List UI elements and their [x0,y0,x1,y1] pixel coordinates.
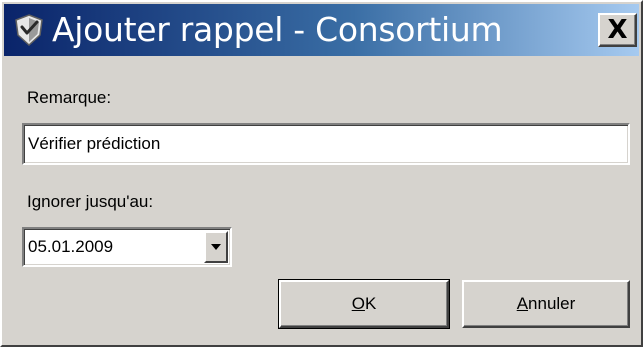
add-reminder-dialog: Ajouter rappel - Consortium X Remarque: … [0,0,643,347]
ok-mnemonic: O [351,294,365,313]
remark-field[interactable] [22,123,630,165]
ignore-until-value[interactable]: 05.01.2009 [28,229,200,265]
ignore-until-combobox[interactable]: 05.01.2009 [22,227,232,267]
cancel-mnemonic: A [516,294,529,313]
cancel-label: nnuler [528,294,576,313]
ignore-until-label: Ignorer jusqu'au: [27,192,154,211]
ok-label: K [364,294,377,313]
close-button[interactable]: X [598,13,637,47]
window-title: Ajouter rappel - Consortium [52,10,503,49]
ignore-until-dropdown-button[interactable] [204,231,228,263]
cancel-button[interactable]: Annuler [462,280,630,328]
close-icon: X [607,15,628,45]
title-bar[interactable]: Ajouter rappel - Consortium X [4,4,639,56]
shield-icon [12,13,46,47]
remark-input[interactable] [28,125,624,163]
ok-button[interactable]: OK [278,279,450,329]
remark-label: Remarque: [27,88,112,107]
chevron-down-icon [211,244,221,250]
